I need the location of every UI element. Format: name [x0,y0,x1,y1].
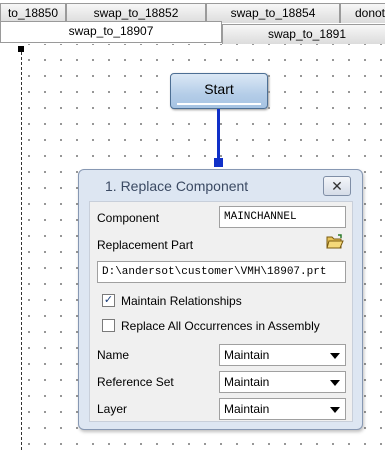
maintain-relationships-checkbox[interactable]: ✓ [102,294,115,307]
replacement-part-label: Replacement Part [97,238,194,252]
chevron-down-icon [330,353,340,359]
replacement-part-path[interactable]: D:\andersot\customer\VMH\18907.prt [97,261,346,283]
chevron-down-icon [330,407,340,413]
left-gutter [0,44,17,450]
chevron-down-icon [330,380,340,386]
tab-swap-to-18907[interactable]: swap_to_18907 [0,21,222,42]
name-dropdown-value: Maintain [224,348,270,362]
tab-row-bottom: swap_to_18907 swap_to_1891 [0,21,385,44]
tab-donot[interactable]: donot [340,3,385,23]
folder-open-icon[interactable] [326,234,344,250]
reference-set-label: Reference Set [97,375,174,389]
component-field[interactable]: MAINCHANNEL [219,206,346,228]
replace-all-checkbox[interactable] [102,319,115,332]
tab-swap-to-1891[interactable]: swap_to_1891 [222,24,385,44]
tab-swap-to-18852[interactable]: swap_to_18852 [66,3,206,23]
reference-set-dropdown-value: Maintain [224,375,270,389]
reference-set-dropdown[interactable]: Maintain [219,371,346,393]
margin-marker [18,46,24,52]
panel-title-bar[interactable]: 1. Replace Component ✕ [79,170,362,201]
maintain-relationships-label: Maintain Relationships [121,294,242,308]
start-node-underline [177,103,261,105]
replace-all-label: Replace All Occurrences in Assembly [121,319,320,333]
layer-dropdown-value: Maintain [224,402,270,416]
tab-swap-to-18854[interactable]: swap_to_18854 [206,3,340,23]
tab-to-18850[interactable]: to_18850 [0,3,66,23]
layer-dropdown[interactable]: Maintain [219,398,346,420]
close-icon[interactable]: ✕ [323,176,351,196]
name-dropdown[interactable]: Maintain [219,344,346,366]
panel-body: Component MAINCHANNEL Replacement Part D… [89,201,353,422]
component-label: Component [97,211,160,225]
replace-component-panel: 1. Replace Component ✕ Component MAINCHA… [78,169,363,430]
layer-label: Layer [97,402,128,416]
name-label: Name [97,348,130,362]
flow-connector[interactable] [217,109,220,161]
panel-title: 1. Replace Component [105,178,249,194]
connector-port[interactable] [214,158,223,167]
start-node[interactable]: Start [170,73,268,109]
start-node-label: Start [204,81,234,97]
canvas-margin-line [21,52,22,450]
